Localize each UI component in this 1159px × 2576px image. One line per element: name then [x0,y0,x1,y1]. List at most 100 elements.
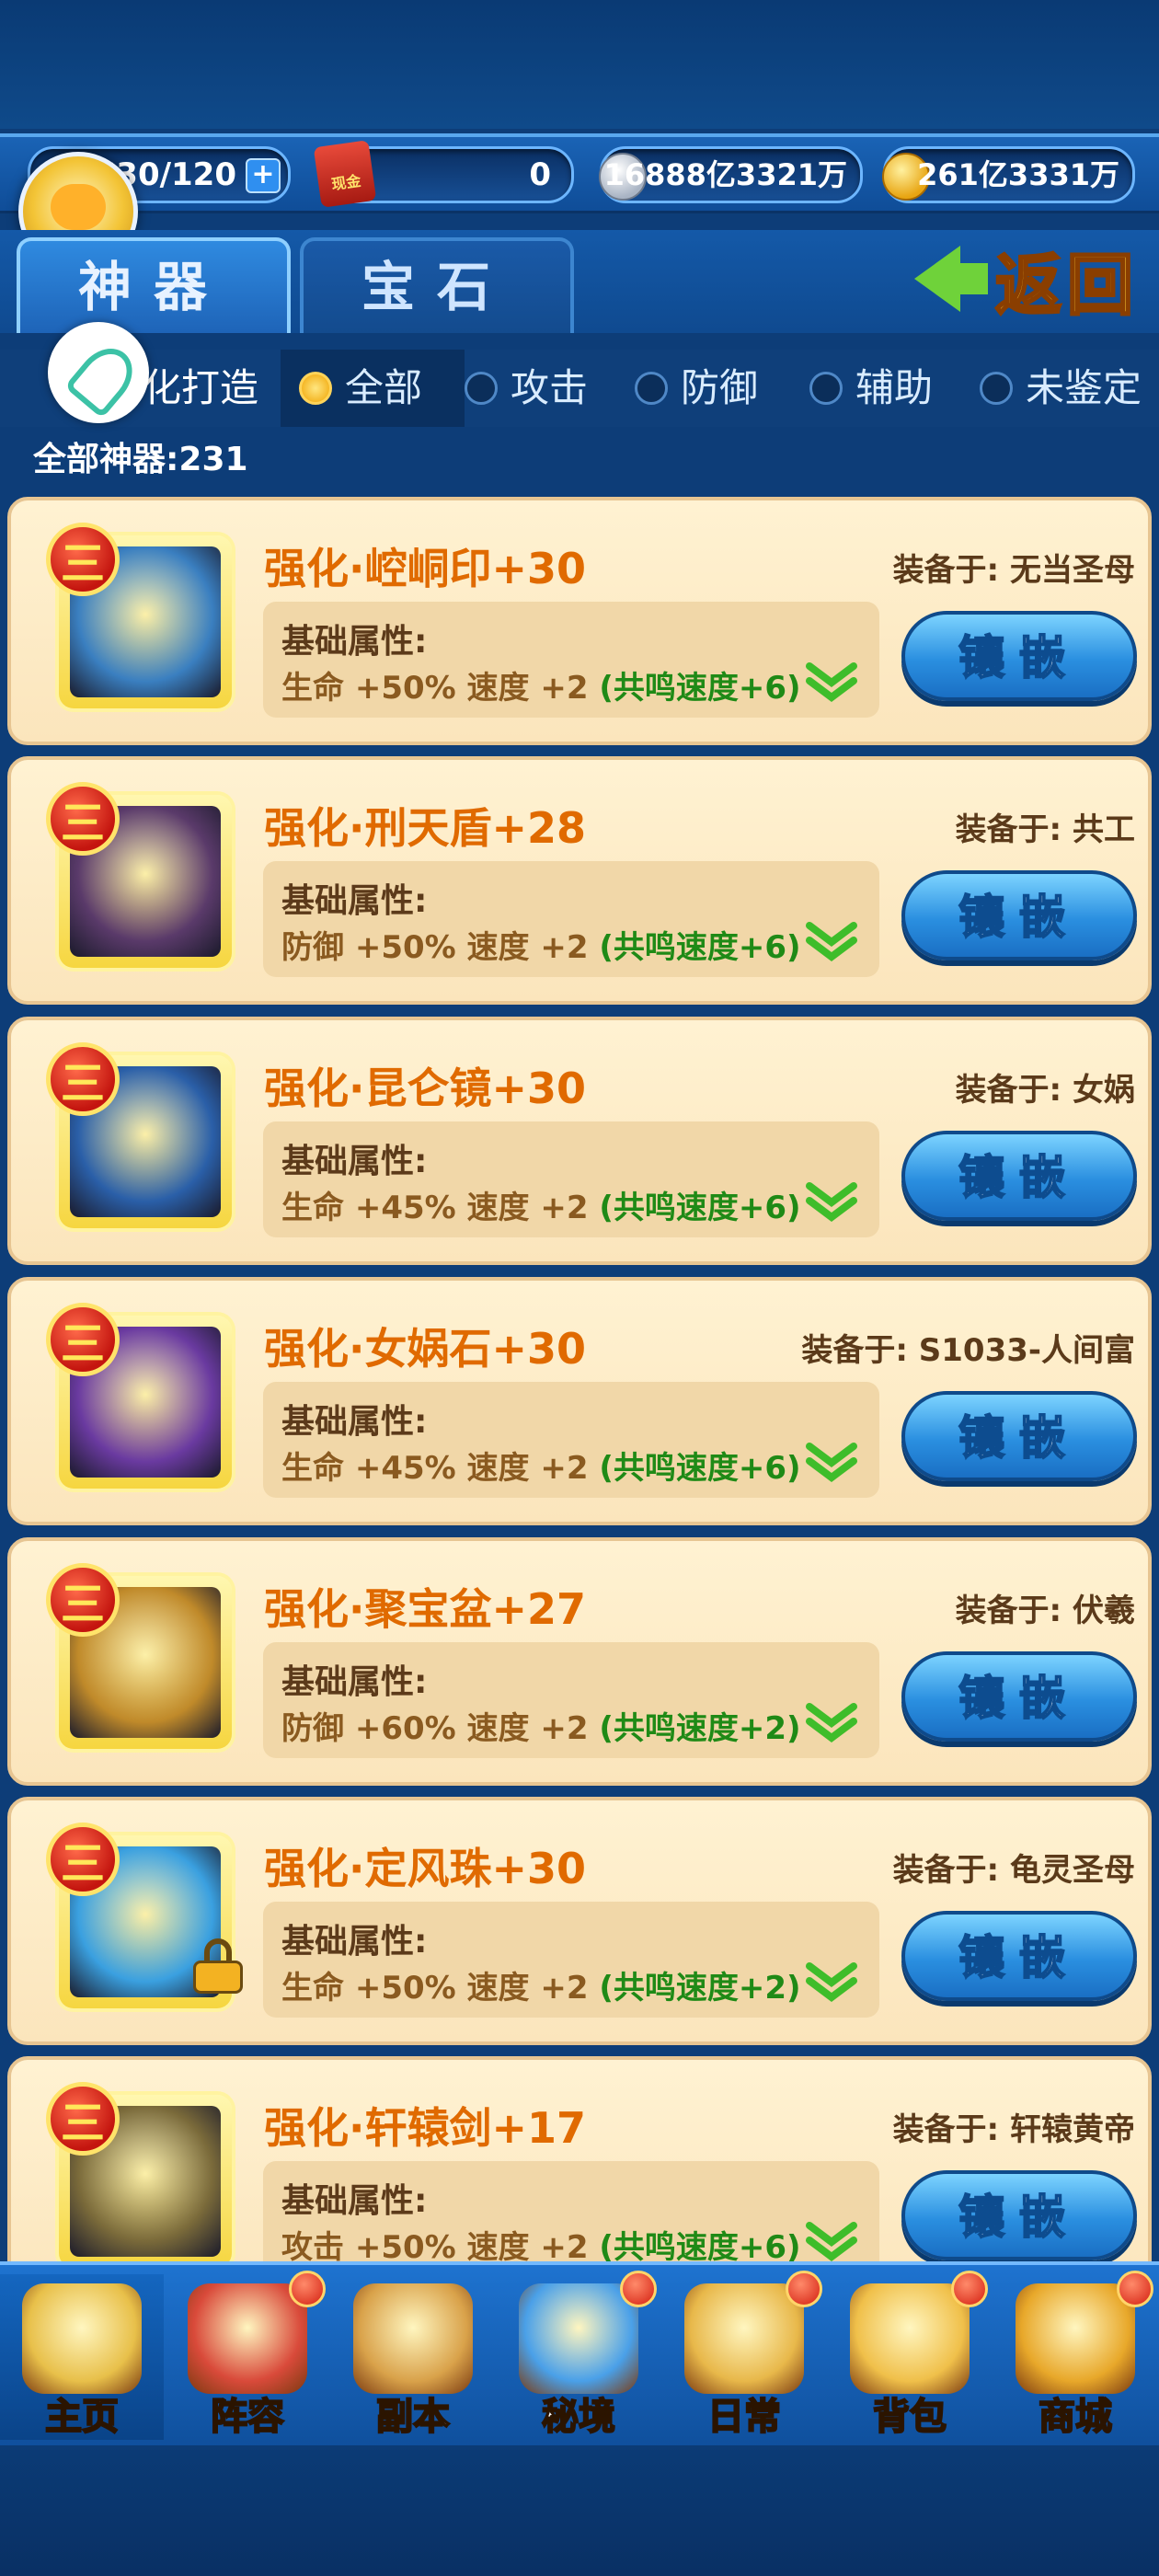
nav-icon [188,2283,307,2394]
filter-all[interactable]: 全部 [281,350,465,427]
nav-icon [684,2283,804,2394]
inlay-button[interactable]: 镶嵌 [901,2170,1137,2260]
attribute-title: 基础属性: [281,623,428,661]
equipped-to: 装备于: 共工 [956,804,1135,849]
forge-label[interactable]: 化打造 [143,350,258,427]
artifact-card[interactable]: 三强化·刑天盾+28 装备于: 共工 基础属性: 防御 +50% 速度 +2 (共鸣速… [7,756,1152,1005]
equipped-to-text: 装备于: 轩辕黄帝 [892,2111,1135,2148]
notification-dot [620,2271,657,2307]
inlay-button[interactable]: 镶嵌 [901,1391,1137,1481]
nav-label: 商城 [1038,2395,1113,2439]
nav-item-5[interactable]: 背包 [828,2271,992,2440]
artifact-card[interactable]: 三强化·定风珠+30 装备于: 龟灵圣母 基础属性: 生命 +50% 速度 +2 (共… [7,1797,1152,2045]
attribute-values: 生命 +50% 速度 +2 (共鸣速度+6) [281,662,801,707]
gold-pill: 261亿3331万 [882,146,1135,203]
tab-artifacts[interactable]: 神器 [17,237,291,333]
cash-icon: 现金 [313,140,377,208]
nav-item-1[interactable]: 阵容 [166,2271,329,2440]
expand-chevron-icon[interactable] [804,2218,859,2264]
filter-defense-label: 防御 [681,365,759,410]
artifact-card[interactable]: 三强化·昆仑镜+30 装备于: 女娲 基础属性: 生命 +45% 速度 +2 (共鸣速… [7,1017,1152,1265]
filter-support-label: 辅助 [855,365,934,410]
notification-dot [289,2271,326,2307]
lock-icon [193,1938,243,1994]
artifact-total: 全部神器:231 [33,441,248,478]
back-button[interactable]: 返回 [913,237,1139,325]
silver-pill: 16888亿3321万 [599,146,863,203]
stat-text: 生命 +45% 速度 +2 [281,1450,589,1487]
nav-icon [22,2283,142,2394]
notification-dot [786,2271,822,2307]
filter-support[interactable]: 辅助 [809,350,966,427]
nav-label: 秘境 [541,2395,616,2439]
nav-item-0[interactable]: 主页 [0,2274,164,2440]
rank-badge: 三 [46,1303,120,1376]
artifact-card[interactable]: 三强化·崆峒印+30 装备于: 无当圣母 基础属性: 生命 +50% 速度 +2 (共… [7,497,1152,745]
expand-chevron-icon[interactable] [804,659,859,705]
expand-chevron-icon[interactable] [804,918,859,964]
artifact-name: 强化·刑天盾+28 [264,803,587,853]
artifact-name: 强化·崆峒印+30 [264,544,587,593]
rank-badge: 三 [46,1823,120,1896]
rank-badge: 三 [46,782,120,856]
attribute-values: 生命 +45% 速度 +2 (共鸣速度+6) [281,1443,801,1488]
equipped-to-text: 装备于: 伏羲 [955,1593,1135,1629]
filter-attack[interactable]: 攻击 [465,350,621,427]
attribute-values: 生命 +45% 速度 +2 (共鸣速度+6) [281,1182,801,1227]
cash-pill: 现金 0 [313,140,574,208]
filter-attack-label: 攻击 [511,365,589,410]
attribute-values: 攻击 +50% 速度 +2 (共鸣速度+6) [281,2222,801,2267]
expand-chevron-icon[interactable] [804,1439,859,1485]
inlay-button[interactable]: 镶嵌 [901,611,1137,701]
nav-item-3[interactable]: 秘境 [497,2271,660,2440]
equipped-to-text: 装备于: 女娲 [955,1072,1135,1109]
artifact-card[interactable]: 三强化·聚宝盆+27 装备于: 伏羲 基础属性: 防御 +60% 速度 +2 (共鸣速… [7,1537,1152,1786]
resonance-text: (共鸣速度+6) [599,2229,801,2266]
equipped-to-text: 装备于: 龟灵圣母 [892,1852,1135,1889]
equipped-to-text: 装备于: S1033-人间富 [801,1332,1135,1369]
attribute-values: 防御 +50% 速度 +2 (共鸣速度+6) [281,922,801,967]
attribute-box: 基础属性: 生命 +45% 速度 +2 (共鸣速度+6) [263,1121,879,1237]
expand-chevron-icon[interactable] [804,1699,859,1745]
resonance-text: (共鸣速度+6) [599,929,801,966]
attribute-box: 基础属性: 生命 +50% 速度 +2 (共鸣速度+2) [263,1902,879,2018]
resource-bar: 630/120 + 现金 0 16888亿3321万 261亿3331万 [0,133,1159,213]
attribute-values: 生命 +50% 速度 +2 (共鸣速度+2) [281,1962,801,2007]
stat-text: 防御 +60% 速度 +2 [281,1710,589,1747]
nav-label: 主页 [44,2395,120,2439]
rocket-icon[interactable] [48,322,149,423]
top-status-band [0,0,1159,129]
attribute-title: 基础属性: [281,1923,428,1961]
equipped-to: 装备于: 女娲 [956,1064,1135,1110]
attribute-title: 基础属性: [281,1663,428,1701]
cash-icon-label: 现金 [330,171,362,194]
attribute-box: 基础属性: 攻击 +50% 速度 +2 (共鸣速度+6) [263,2161,879,2277]
nav-item-4[interactable]: 日常 [662,2271,826,2440]
add-stamina-button[interactable]: + [246,158,281,193]
nav-icon [850,2283,970,2394]
artifact-card[interactable]: 三强化·女娲石+30 装备于: S1033-人间富 基础属性: 生命 +45% 速度 … [7,1277,1152,1525]
expand-chevron-icon[interactable] [804,1959,859,2005]
attribute-box: 基础属性: 生命 +50% 速度 +2 (共鸣速度+6) [263,602,879,718]
stat-text: 防御 +50% 速度 +2 [281,929,589,966]
inlay-button[interactable]: 镶嵌 [901,1131,1137,1221]
nav-item-2[interactable]: 副本 [331,2274,495,2440]
nav-label: 阵容 [210,2395,285,2439]
attribute-title: 基础属性: [281,882,428,920]
inlay-button[interactable]: 镶嵌 [901,1651,1137,1742]
filter-unidentified[interactable]: 未鉴定 [980,350,1159,427]
bottom-band [0,2445,1159,2576]
artifact-name: 强化·女娲石+30 [264,1324,587,1374]
notification-dot [951,2271,988,2307]
inlay-button[interactable]: 镶嵌 [901,1911,1137,2001]
expand-chevron-icon[interactable] [804,1179,859,1225]
artifact-name: 强化·聚宝盆+27 [264,1584,587,1634]
nav-icon [1016,2283,1135,2394]
tab-gems[interactable]: 宝石 [300,237,574,333]
inlay-button[interactable]: 镶嵌 [901,870,1137,960]
resonance-text: (共鸣速度+6) [599,1190,801,1226]
rank-badge: 三 [46,523,120,596]
rank-badge: 三 [46,2082,120,2156]
nav-item-6[interactable]: 商城 [993,2271,1157,2440]
filter-defense[interactable]: 防御 [635,350,791,427]
